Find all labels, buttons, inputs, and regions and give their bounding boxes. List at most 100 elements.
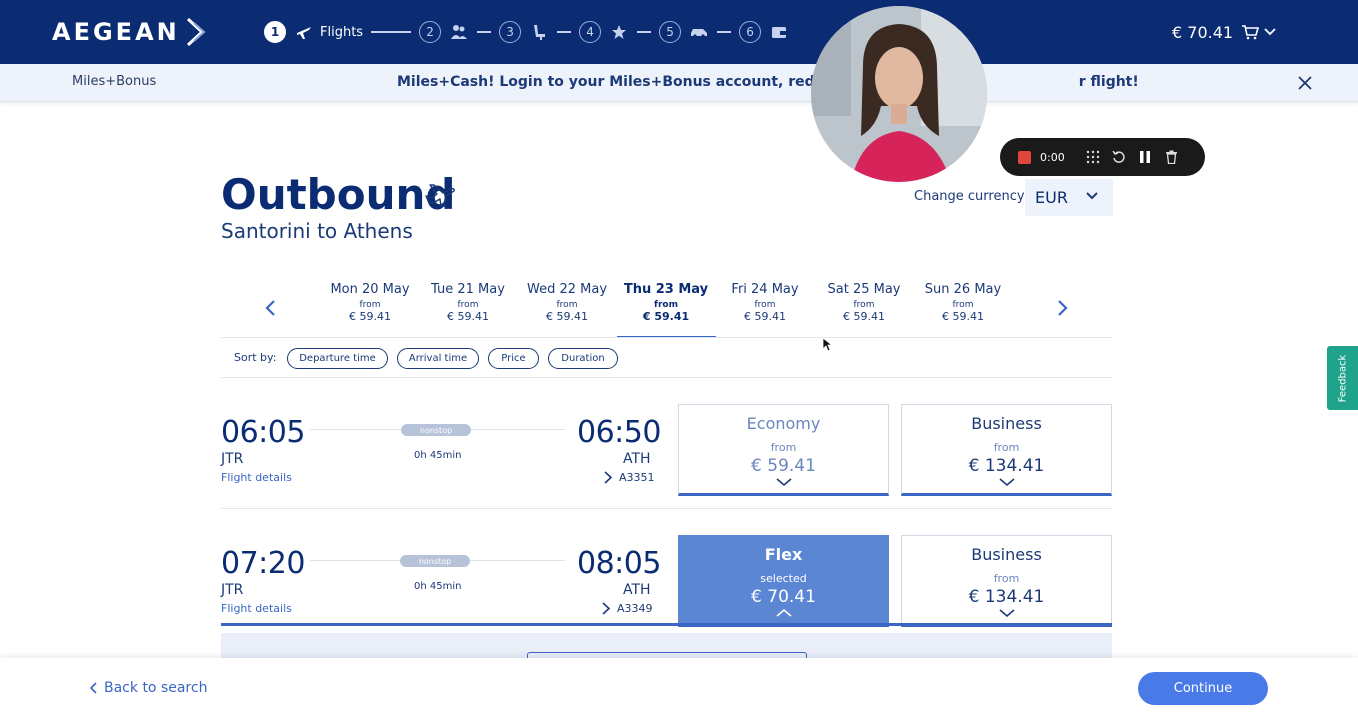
fare-name: Economy xyxy=(746,414,821,433)
webcam-overlay xyxy=(811,6,987,182)
sort-departure-time-button[interactable]: Departure time xyxy=(287,348,388,369)
chevron-down-icon xyxy=(1264,28,1276,36)
back-to-search-link[interactable]: Back to search xyxy=(90,680,207,696)
brand-name: AEGEAN xyxy=(52,18,180,46)
chevron-down-icon xyxy=(776,478,792,487)
chevron-down-icon xyxy=(1086,192,1098,200)
banner-message-end: r flight! xyxy=(1078,74,1139,90)
step-divider xyxy=(717,31,732,33)
economy-fare-card[interactable]: Economy from € 59.41 xyxy=(678,404,889,496)
date-price: € 59.41 xyxy=(843,310,885,323)
outbound-plane-icon xyxy=(425,184,455,207)
screen-recorder-controls: 0:00 xyxy=(1000,138,1205,176)
currency-select[interactable]: EUR xyxy=(1025,179,1113,216)
fare-price: € 70.41 xyxy=(751,587,816,607)
star-icon xyxy=(609,23,629,41)
sort-duration-button[interactable]: Duration xyxy=(548,348,618,369)
step-divider xyxy=(371,31,412,33)
step-divider xyxy=(557,31,572,33)
sort-arrival-time-button[interactable]: Arrival time xyxy=(397,348,479,369)
fare-from-label: from xyxy=(770,441,797,454)
date-label: Sat 25 May xyxy=(827,282,901,297)
feedback-label: Feedback xyxy=(1337,354,1348,402)
date-price: € 59.41 xyxy=(942,310,984,323)
grid-icon[interactable] xyxy=(1080,147,1106,167)
date-label: Fri 24 May xyxy=(731,282,799,297)
step-3[interactable]: 3 xyxy=(499,21,522,43)
logo-chevron-icon xyxy=(186,17,206,47)
passengers-icon xyxy=(449,23,469,41)
cart-summary[interactable]: € 70.41 xyxy=(1172,20,1277,44)
flight-number-text: A3349 xyxy=(617,602,653,615)
flight-number: A3351 xyxy=(603,471,655,484)
date-price: € 59.41 xyxy=(744,310,786,323)
date-tab-thu-23[interactable]: Thu 23 May from € 59.41 xyxy=(616,282,716,338)
step-1[interactable]: 1 xyxy=(264,21,286,43)
step-6[interactable]: 6 xyxy=(739,21,762,43)
departure-airport-code: JTR xyxy=(221,582,244,598)
date-price: € 59.41 xyxy=(447,310,489,323)
nonstop-badge: nonstop xyxy=(401,424,471,436)
close-icon[interactable] xyxy=(1296,74,1314,92)
step-divider xyxy=(637,31,652,33)
restart-icon[interactable] xyxy=(1106,147,1132,167)
fare-price: € 134.41 xyxy=(968,456,1045,476)
step-5[interactable]: 5 xyxy=(659,21,682,43)
date-from-label: from xyxy=(952,300,974,310)
feedback-tab[interactable]: Feedback xyxy=(1327,346,1358,410)
stop-recording-button[interactable] xyxy=(1018,150,1031,164)
date-tab-fri-24[interactable]: Fri 24 May from € 59.41 xyxy=(715,282,815,338)
mouse-cursor-icon xyxy=(822,337,834,352)
date-label: Mon 20 May xyxy=(330,282,410,297)
date-from-label: from xyxy=(457,300,479,310)
next-dates-arrow-icon[interactable] xyxy=(1053,298,1071,318)
date-tab-sun-26[interactable]: Sun 26 May from € 59.41 xyxy=(913,282,1013,338)
airline-logo-icon xyxy=(602,602,611,615)
currency-value: EUR xyxy=(1035,188,1068,207)
airline-logo-icon xyxy=(604,471,613,484)
continue-button[interactable]: Continue xyxy=(1138,672,1268,705)
divider xyxy=(221,508,1112,509)
date-tab-mon-20[interactable]: Mon 20 May from € 59.41 xyxy=(320,282,420,338)
arrival-airport-code: ATH xyxy=(623,451,651,467)
aegean-logo[interactable]: AEGEAN xyxy=(52,17,208,47)
flight-number-text: A3351 xyxy=(619,471,655,484)
step-divider xyxy=(477,31,492,33)
flex-fare-card-selected[interactable]: Flex selected € 70.41 xyxy=(678,535,889,627)
flight-duration: 0h 45min xyxy=(414,450,462,461)
business-fare-card[interactable]: Business from € 134.41 xyxy=(901,404,1112,496)
fare-name: Business xyxy=(971,414,1042,433)
step-2[interactable]: 2 xyxy=(419,21,442,43)
car-icon xyxy=(689,23,709,41)
date-tab-tue-21[interactable]: Tue 21 May from € 59.41 xyxy=(418,282,518,338)
previous-dates-arrow-icon[interactable] xyxy=(262,298,280,318)
date-label: Wed 22 May xyxy=(526,282,608,297)
departure-airport-code: JTR xyxy=(221,451,244,467)
trash-icon[interactable] xyxy=(1158,147,1184,167)
route-subtitle: Santorini to Athens xyxy=(221,219,413,243)
miles-bonus-banner: Miles+Bonus Miles+Cash! Login to your Mi… xyxy=(0,64,1358,102)
step-1-label: Flights xyxy=(320,24,364,40)
business-fare-card[interactable]: Business from € 134.41 xyxy=(901,535,1112,627)
fare-selected-label: selected xyxy=(760,572,807,585)
seat-icon xyxy=(529,23,549,41)
wallet-icon xyxy=(769,23,789,41)
flight-details-link[interactable]: Flight details xyxy=(221,602,292,615)
chevron-down-icon xyxy=(999,609,1015,618)
fare-from-label: from xyxy=(993,572,1020,585)
divider xyxy=(221,337,1112,338)
selected-row-indicator xyxy=(221,623,1112,626)
page-title: Outbound xyxy=(221,170,456,219)
webcam-person-image xyxy=(811,6,987,182)
date-tab-sat-25[interactable]: Sat 25 May from € 59.41 xyxy=(814,282,914,338)
date-label: Sun 26 May xyxy=(924,282,1002,297)
date-tab-wed-22[interactable]: Wed 22 May from € 59.41 xyxy=(517,282,617,338)
plane-icon xyxy=(294,23,314,41)
flight-details-link[interactable]: Flight details xyxy=(221,471,292,484)
sort-price-button[interactable]: Price xyxy=(488,348,539,369)
step-4[interactable]: 4 xyxy=(579,21,602,43)
date-from-label: from xyxy=(853,300,875,310)
fare-name: Flex xyxy=(764,545,803,564)
fare-price: € 59.41 xyxy=(751,456,816,476)
pause-icon[interactable] xyxy=(1132,147,1158,167)
